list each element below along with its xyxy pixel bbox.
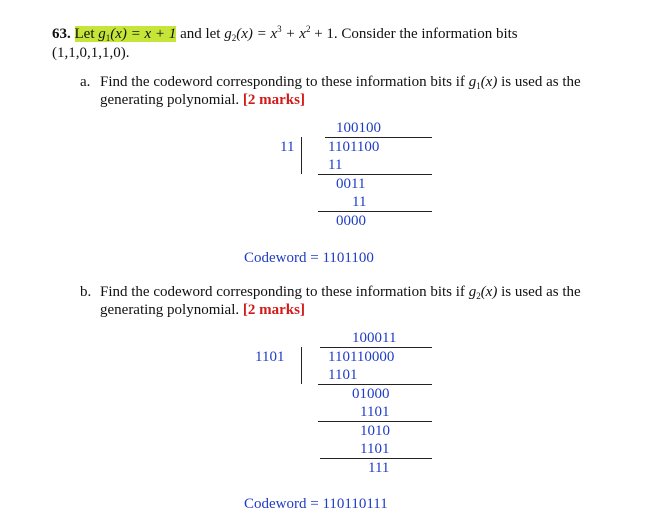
part-a-label: a. [80, 74, 91, 90]
part-a-marks: [2 marks] [242, 92, 305, 108]
part-b-codeword: Codeword = 110110111 [244, 496, 388, 512]
part-b-step-5-line [320, 458, 432, 459]
part-a-division-bar [325, 137, 432, 138]
part-a-division-bracket [301, 137, 302, 174]
part-a-question-line1: Find the codeword corresponding to these… [100, 74, 581, 91]
part-b-marks: [2 marks] [242, 302, 305, 318]
part-b-step-3: 1101 [360, 404, 390, 420]
part-a-dividend: 1101100 [328, 139, 380, 155]
part-b-step-1: 1101 [328, 367, 358, 383]
part-a-step-1-line [318, 174, 432, 175]
info-bits: (1,1,0,1,1,0). [52, 45, 130, 61]
consider-text: Consider the information bits [341, 26, 518, 42]
part-a-step-3-line [318, 211, 432, 212]
part-b-step-6: 111 [368, 460, 390, 476]
part-b-dividend: 110110000 [328, 349, 395, 365]
question-header-line1: 63. Let g1(x) = x + 1 and let g2(x) = x3… [52, 24, 518, 43]
question-number: 63. [52, 26, 71, 42]
g1-definition: Let g1(x) = x + 1 [74, 26, 177, 43]
part-b-division-bar [320, 347, 432, 348]
part-b-label: b. [80, 284, 92, 300]
part-b-step-5: 1101 [360, 441, 390, 457]
part-b-divisor: 1101 [255, 349, 285, 365]
part-a-question-line2: generating polynomial. [2 marks] [100, 92, 305, 108]
part-a-step-3: 11 [352, 194, 367, 210]
part-b-quotient: 100011 [352, 330, 397, 346]
g2-intro: and let [180, 26, 221, 42]
part-b-question-line1: Find the codeword corresponding to these… [100, 284, 581, 301]
part-b-question-line2: generating polynomial. [2 marks] [100, 302, 305, 318]
part-b-step-4: 1010 [360, 423, 390, 439]
part-a-divisor: 11 [280, 139, 295, 155]
part-b-step-1-line [318, 384, 432, 385]
part-a-codeword: Codeword = 1101100 [244, 250, 374, 266]
part-a-quotient: 100100 [336, 120, 381, 136]
part-b-division-bracket [301, 347, 302, 384]
part-a-step-4: 0000 [336, 213, 366, 229]
part-a-step-1: 11 [328, 157, 343, 173]
g2-definition: g2(x) = x3 + x2 + 1. [224, 24, 338, 43]
part-a-step-2: 0011 [336, 176, 366, 192]
part-b-step-3-line [318, 421, 432, 422]
part-b-step-2: 01000 [352, 386, 390, 402]
